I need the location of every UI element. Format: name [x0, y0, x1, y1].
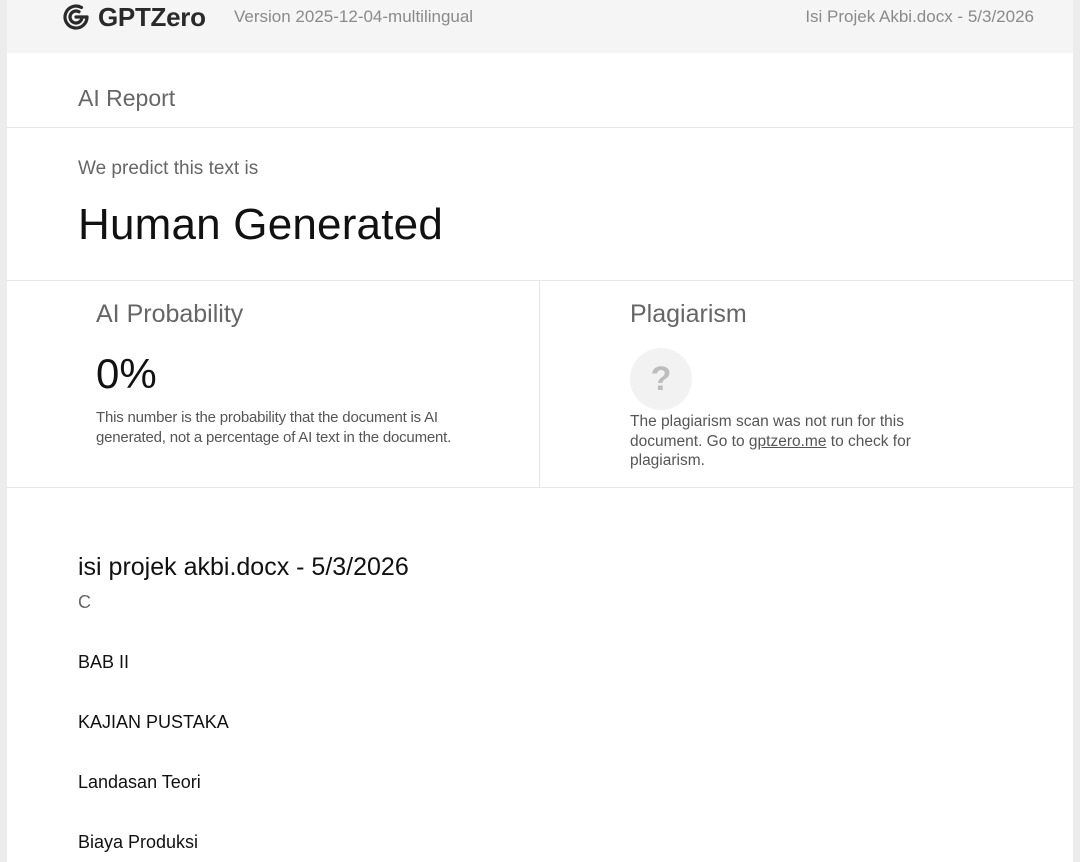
gptzero-link[interactable]: gptzero.me — [749, 433, 827, 450]
ai-probability-note: This number is the probability that the … — [96, 409, 452, 446]
document-subtitle: C — [78, 592, 91, 612]
document-paragraph: BAB II — [78, 652, 130, 672]
document-paragraph: KAJIAN PUSTAKA — [78, 712, 229, 732]
plagiarism-note: The plagiarism scan was not run for this… — [630, 412, 970, 471]
document-paragraph: Biaya Produksi — [78, 832, 199, 852]
ai-probability-value: 0% — [96, 350, 157, 397]
gptzero-logo-icon — [63, 4, 89, 30]
section-title: AI Report — [78, 85, 176, 111]
divider — [7, 487, 1073, 488]
header-bar: GPTZero Version 2025-12-04-multilingual … — [7, 0, 1073, 53]
gptzero-logo: GPTZero — [60, 1, 206, 33]
question-mark-icon: ? — [630, 348, 692, 410]
document-meta: Isi Projek Akbi.docx - 5/3/2026 — [805, 7, 1034, 26]
predict-label: We predict this text is — [78, 158, 259, 179]
brand-name: GPTZero — [98, 1, 206, 32]
card-divider — [539, 281, 540, 488]
question-mark-glyph: ? — [650, 359, 672, 398]
ai-probability-title: AI Probability — [96, 300, 244, 328]
document-paragraph: Landasan Teori — [78, 772, 201, 792]
prediction-result: Human Generated — [78, 200, 443, 249]
plagiarism-title: Plagiarism — [630, 300, 747, 328]
divider — [7, 280, 1073, 281]
version-label: Version 2025-12-04-multilingual — [234, 7, 474, 26]
document-title: isi projek akbi.docx - 5/3/2026 — [78, 553, 409, 581]
report-page: GPTZero Version 2025-12-04-multilingual … — [7, 0, 1073, 862]
divider — [7, 127, 1073, 128]
